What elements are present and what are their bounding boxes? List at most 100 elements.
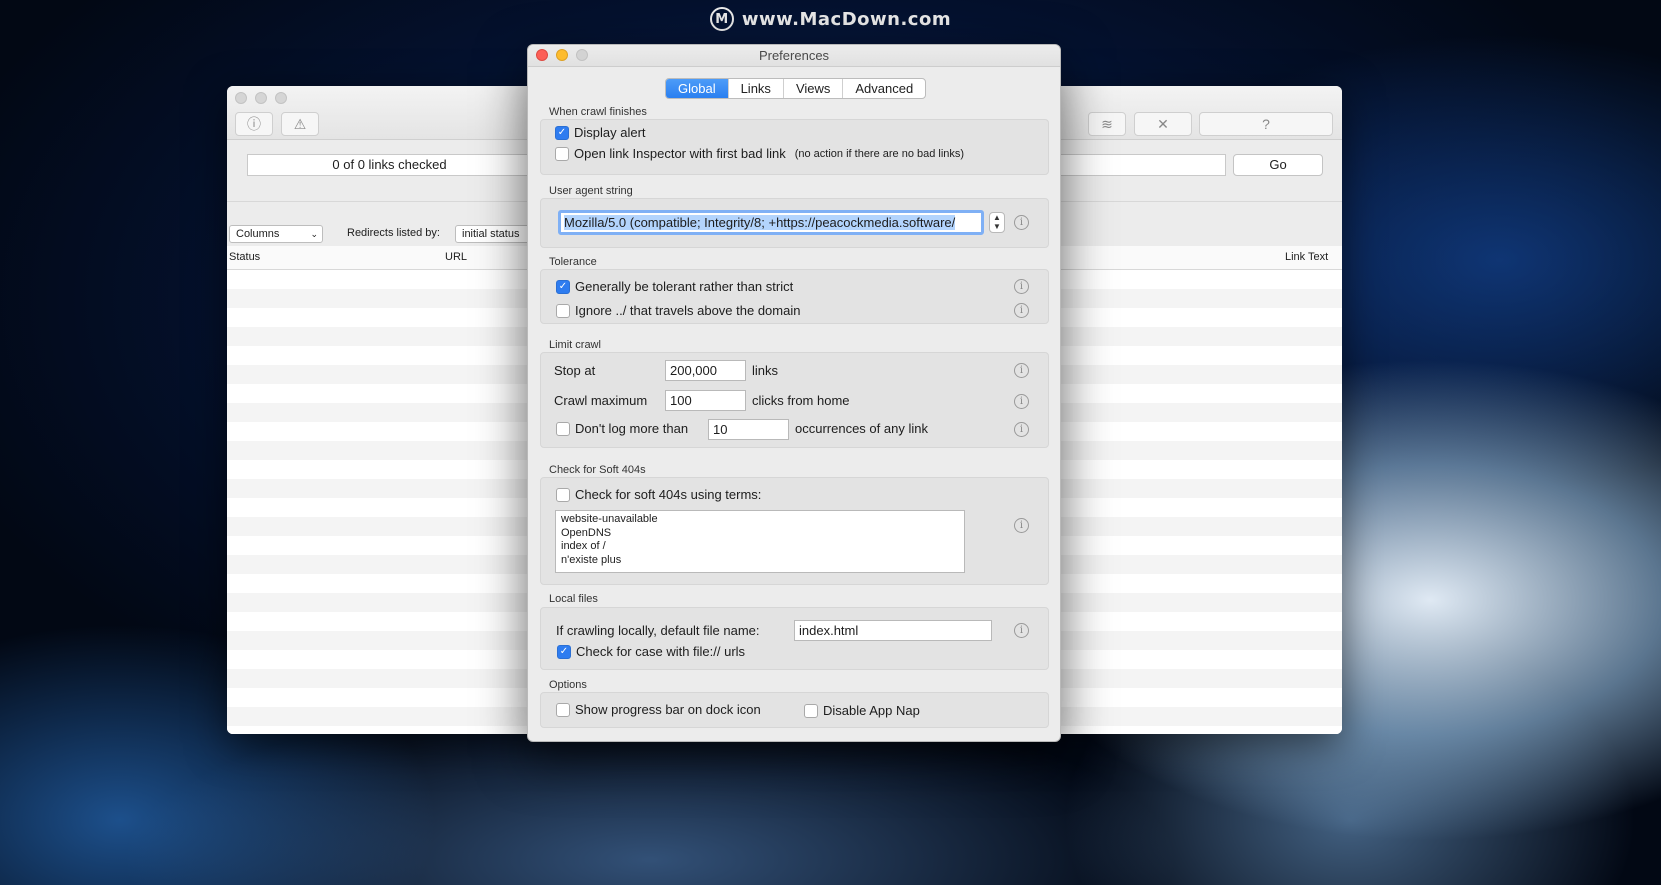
default-file-name-label: If crawling locally, default file name: <box>556 623 760 638</box>
section-label-local-files: Local files <box>549 593 598 605</box>
redirects-label: Redirects listed by: <box>347 227 440 239</box>
brush-toolbar-button[interactable]: ≋ <box>1088 112 1126 136</box>
info-circle-icon: ⓘ <box>247 116 261 132</box>
redirects-select[interactable]: initial status <box>455 225 535 243</box>
tools-toolbar-button[interactable]: ✕ <box>1134 112 1192 136</box>
open-inspector-note: (no action if there are no bad links) <box>794 147 965 160</box>
tolerant-option[interactable]: ✓ Generally be tolerant rather than stri… <box>556 279 793 294</box>
tab-advanced[interactable]: Advanced <box>843 79 925 98</box>
column-header-link-text[interactable]: Link Text <box>1285 251 1328 263</box>
section-label-crawl-finishes: When crawl finishes <box>549 106 647 118</box>
dont-log-unit: occurrences of any link <box>795 421 928 436</box>
stop-at-input[interactable]: 200,000 <box>665 360 746 381</box>
preferences-window-controls <box>536 49 588 61</box>
tolerant-label: Generally be tolerant rather than strict <box>575 279 794 294</box>
info-icon[interactable]: i <box>1014 623 1029 638</box>
ignore-dotdot-option[interactable]: Ignore ../ that travels above the domain <box>556 303 800 318</box>
dont-log-option[interactable]: Don't log more than <box>556 421 688 436</box>
tab-global[interactable]: Global <box>666 79 729 98</box>
columns-select-label: Columns <box>236 228 280 240</box>
display-alert-option[interactable]: ✓ Display alert <box>555 125 646 140</box>
ignore-dotdot-checkbox[interactable] <box>556 303 570 318</box>
open-inspector-option[interactable]: Open link Inspector with first bad link … <box>555 146 964 161</box>
display-alert-checkbox[interactable]: ✓ <box>555 125 569 140</box>
soft404-term: website-unavailable <box>561 513 658 525</box>
main-zoom-button[interactable] <box>275 92 287 104</box>
zoom-button[interactable] <box>576 49 588 61</box>
brush-icon: ≋ <box>1101 115 1113 132</box>
soft404-term: OpenDNS <box>561 526 612 539</box>
crawl-max-input[interactable]: 100 <box>665 390 746 411</box>
tab-views[interactable]: Views <box>784 79 844 98</box>
user-agent-stepper[interactable]: ▲ ▼ <box>989 212 1005 233</box>
soft404-term: index of / <box>561 540 606 552</box>
default-file-name-input[interactable]: index.html <box>794 620 992 641</box>
dont-log-input[interactable]: 10 <box>708 419 789 440</box>
info-toolbar-button[interactable]: ⓘ <box>235 112 273 136</box>
stop-at-unit: links <box>752 363 779 378</box>
macdown-watermark: M www.MacDown.com <box>0 6 1661 32</box>
column-header-status[interactable]: Status <box>229 251 260 263</box>
info-icon[interactable]: i <box>1014 215 1029 230</box>
dont-log-label: Don't log more than <box>575 421 689 436</box>
warning-toolbar-button[interactable]: ⚠ <box>281 112 319 136</box>
close-button[interactable] <box>536 49 548 61</box>
soft404-label: Check for soft 404s using terms: <box>575 487 762 502</box>
info-icon[interactable]: i <box>1014 363 1029 378</box>
open-inspector-checkbox[interactable] <box>555 146 569 161</box>
dont-log-checkbox[interactable] <box>556 421 570 436</box>
open-inspector-label: Open link Inspector with first bad link <box>574 146 786 161</box>
info-icon[interactable]: i <box>1014 303 1029 318</box>
info-icon[interactable]: i <box>1014 518 1029 533</box>
go-button[interactable]: Go <box>1233 154 1323 176</box>
chevron-down-icon: ⌄ <box>310 229 318 239</box>
tab-links[interactable]: Links <box>729 79 784 98</box>
soft404-option[interactable]: Check for soft 404s using terms: <box>556 487 761 502</box>
section-label-limit-crawl: Limit crawl <box>549 339 601 351</box>
chevron-up-icon: ▲ <box>993 213 1001 222</box>
case-check-checkbox[interactable]: ✓ <box>557 644 571 659</box>
tools-icon: ✕ <box>1157 115 1169 132</box>
watermark-text: www.MacDown.com <box>741 8 952 30</box>
preferences-title: Preferences <box>758 48 830 63</box>
chevron-down-icon: ▼ <box>993 222 1001 231</box>
soft404-checkbox[interactable] <box>556 487 570 502</box>
help-icon: ? <box>1262 116 1270 132</box>
section-label-user-agent: User agent string <box>549 185 633 197</box>
preferences-tabs: Global Links Views Advanced <box>665 78 927 99</box>
soft404-terms-textarea[interactable]: website-unavailable OpenDNS index of / n… <box>555 510 965 573</box>
preferences-window: Preferences Global Links Views Advanced … <box>527 44 1061 742</box>
help-toolbar-button[interactable]: ? <box>1199 112 1333 136</box>
app-nap-option[interactable]: Disable App Nap <box>804 703 920 718</box>
info-icon[interactable]: i <box>1014 279 1029 294</box>
ignore-dotdot-label: Ignore ../ that travels above the domain <box>575 303 801 318</box>
preferences-titlebar: Preferences <box>528 45 1060 67</box>
main-window-controls <box>235 92 287 104</box>
minimize-button[interactable] <box>556 49 568 61</box>
section-label-tolerance: Tolerance <box>549 256 597 268</box>
links-checked-status: 0 of 0 links checked <box>247 154 532 176</box>
info-icon[interactable]: i <box>1014 422 1029 437</box>
app-nap-checkbox[interactable] <box>804 703 818 718</box>
stop-at-label: Stop at <box>554 363 596 378</box>
progress-bar-option[interactable]: Show progress bar on dock icon <box>556 702 761 717</box>
soft404-term: n'existe plus <box>561 553 622 566</box>
columns-select[interactable]: Columns ⌄ <box>229 225 323 243</box>
progress-bar-label: Show progress bar on dock icon <box>575 702 761 717</box>
column-header-url[interactable]: URL <box>445 251 467 263</box>
main-close-button[interactable] <box>235 92 247 104</box>
section-label-soft404: Check for Soft 404s <box>549 464 646 476</box>
section-label-options: Options <box>549 679 587 691</box>
case-check-option[interactable]: ✓ Check for case with file:// urls <box>557 644 745 659</box>
tolerant-checkbox[interactable]: ✓ <box>556 279 570 294</box>
display-alert-label: Display alert <box>574 125 646 140</box>
start-url-field[interactable] <box>1057 154 1226 176</box>
info-icon[interactable]: i <box>1014 394 1029 409</box>
user-agent-input[interactable]: Mozilla/5.0 (compatible; Integrity/8; +h… <box>558 210 984 235</box>
user-agent-value: Mozilla/5.0 (compatible; Integrity/8; +h… <box>564 215 956 230</box>
crawl-max-unit: clicks from home <box>752 393 850 408</box>
macdown-logo-icon: M <box>709 7 734 31</box>
progress-bar-checkbox[interactable] <box>556 702 570 717</box>
main-minimize-button[interactable] <box>255 92 267 104</box>
warning-icon: ⚠ <box>293 115 307 132</box>
